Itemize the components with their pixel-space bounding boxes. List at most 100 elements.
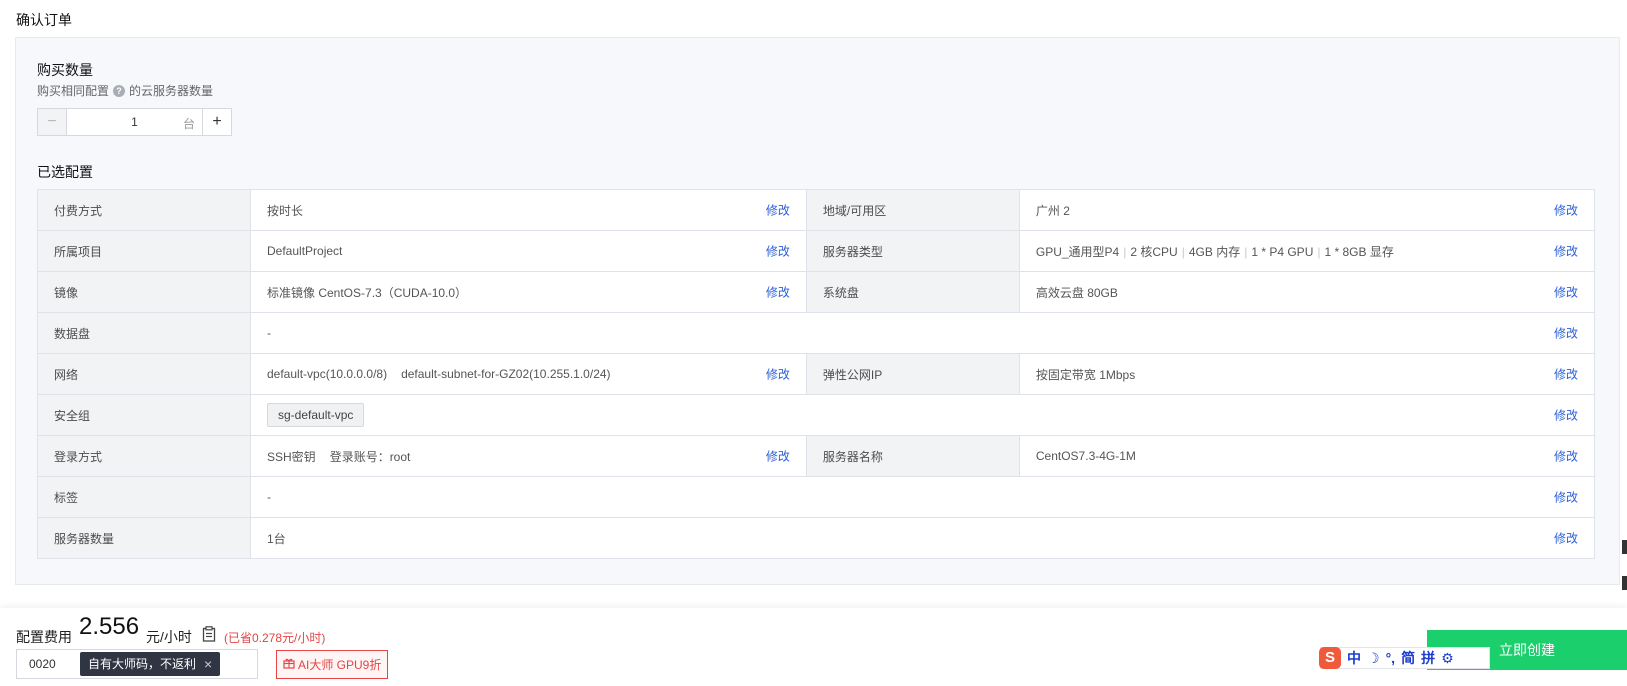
edit-data-disk-link[interactable]: 修改 xyxy=(1554,325,1578,342)
edit-system-disk-link[interactable]: 修改 xyxy=(1554,284,1578,301)
row-label: 网络 xyxy=(37,353,251,395)
row-value: 按时长 修改 xyxy=(250,189,807,231)
clipboard-icon[interactable] xyxy=(202,626,216,642)
table-row: 登录方式 SSH密钥 登录账号：root 修改 服务器名称 CentOS7.3-4… xyxy=(37,435,1596,477)
close-icon[interactable]: × xyxy=(204,652,212,676)
gear-icon[interactable]: ⚙ xyxy=(1441,650,1454,667)
row-value: DefaultProject 修改 xyxy=(250,230,807,272)
edit-login-link[interactable]: 修改 xyxy=(766,448,790,465)
punctuation-icon[interactable]: °, xyxy=(1386,650,1396,666)
sogou-logo-icon[interactable]: S xyxy=(1319,647,1341,669)
edge-scroll-marker xyxy=(1622,540,1627,554)
row-value: 按固定带宽 1Mbps 修改 xyxy=(1018,353,1596,395)
footer-bar: 配置费用 2.556 元/小时 (已省0.278元/小时) 0020 自有大师码… xyxy=(0,608,1627,686)
server-name-value: CentOS7.3-4G-1M xyxy=(1035,449,1136,463)
table-row: 网络 default-vpc(10.0.0.0/8) default-subnet… xyxy=(37,353,1596,395)
quantity-value: 1 xyxy=(131,115,138,129)
image-value: 标准镜像 CentOS-7.3（CUDA-10.0） xyxy=(267,285,468,300)
table-row: 镜像 标准镜像 CentOS-7.3（CUDA-10.0） 修改 系统盘 高效云… xyxy=(37,271,1596,313)
ime-pinyin[interactable]: 拼 xyxy=(1421,648,1435,668)
quantity-stepper: − 1 台 + xyxy=(37,108,232,136)
edit-server-name-link[interactable]: 修改 xyxy=(1554,448,1578,465)
ime-toolbar[interactable]: S 中 ☽ °, 简 拼 ⚙ xyxy=(1319,647,1490,669)
row-value: SSH密钥 登录账号：root 修改 xyxy=(250,435,807,477)
quantity-input[interactable]: 1 台 xyxy=(67,109,202,135)
row-label: 登录方式 xyxy=(37,435,251,477)
row-label: 数据盘 xyxy=(37,312,251,354)
login-method: SSH密钥 xyxy=(267,449,316,464)
row-label: 服务器名称 xyxy=(805,435,1020,477)
moon-icon[interactable]: ☽ xyxy=(1367,650,1380,667)
server-count-value: 1台 xyxy=(267,531,286,546)
quantity-desc-text-2: 的云服务器数量 xyxy=(129,84,214,98)
row-label: 地域/可用区 xyxy=(805,189,1020,231)
server-type-value: GPU_通用型P4 | 2 核CPU | 4GB 内存 | 1 * P4 GPU | 1 * 8… xyxy=(1036,245,1434,259)
server-type-part: GPU_通用型P4 xyxy=(1035,244,1120,259)
login-value: SSH密钥 登录账号：root xyxy=(267,450,450,464)
row-value: - 修改 xyxy=(250,476,1595,518)
edit-network-link[interactable]: 修改 xyxy=(766,366,790,383)
promo-badge[interactable]: AI大师 GPU9折 xyxy=(276,650,389,679)
project-value: DefaultProject xyxy=(267,244,343,258)
row-label: 付费方式 xyxy=(37,189,251,231)
table-row: 标签 - 修改 xyxy=(37,476,1595,518)
row-label: 服务器类型 xyxy=(805,230,1020,272)
quantity-description: 购买相同配置 ? 的云服务器数量 xyxy=(37,82,213,99)
ime-simplified[interactable]: 简 xyxy=(1401,648,1415,668)
separator: | xyxy=(1317,244,1321,259)
row-value: 1台 修改 xyxy=(250,517,1595,559)
server-type-part: 1 * 8GB 显存 xyxy=(1324,244,1394,259)
edit-server-count-link[interactable]: 修改 xyxy=(1554,530,1578,547)
vpc-value: default-vpc(10.0.0.0/8) xyxy=(267,367,388,381)
fee-unit: 元/小时 xyxy=(146,629,192,645)
billing-value: 按时长 xyxy=(267,203,304,218)
page-title: 确认订单 xyxy=(16,12,72,28)
row-value: - 修改 xyxy=(250,312,1595,354)
separator: | xyxy=(1181,244,1185,259)
row-value: CentOS7.3-4G-1M 修改 xyxy=(1018,435,1596,477)
data-disk-value: - xyxy=(267,326,271,340)
ime-chinese-mode[interactable]: 中 xyxy=(1347,648,1361,668)
eip-value: 按固定带宽 1Mbps xyxy=(1035,367,1136,382)
help-icon[interactable]: ? xyxy=(113,84,126,97)
table-row: 所属项目 DefaultProject 修改 服务器类型 GPU_通用型P4 | 2… xyxy=(37,230,1596,272)
fee-label: 配置费用 xyxy=(16,629,72,645)
quantity-desc-text: 购买相同配置 xyxy=(37,84,110,98)
row-value: 广州 2 修改 xyxy=(1018,189,1596,231)
row-value: sg-default-vpc 修改 xyxy=(250,394,1595,436)
edit-tags-link[interactable]: 修改 xyxy=(1554,489,1578,506)
config-table: 付费方式 按时长 修改 地域/可用区 广州 2 修改 所属项目 DefaultP… xyxy=(37,189,1596,559)
row-label: 标签 xyxy=(37,476,251,518)
table-row: 数据盘 - 修改 xyxy=(37,312,1595,354)
edit-billing-link[interactable]: 修改 xyxy=(766,202,790,219)
row-label: 镜像 xyxy=(37,271,251,313)
edge-scroll-marker xyxy=(1622,576,1627,590)
table-row: 付费方式 按时长 修改 地域/可用区 广州 2 修改 xyxy=(37,189,1596,231)
edit-server-type-link[interactable]: 修改 xyxy=(1554,243,1578,260)
quantity-title: 购买数量 xyxy=(37,62,93,78)
table-row: 服务器数量 1台 修改 xyxy=(37,517,1595,559)
network-value: default-vpc(10.0.0.0/8) default-subnet-fo… xyxy=(267,367,651,381)
code-tooltip: 自有大师码，不返利 × xyxy=(80,652,221,676)
server-type-part: 1 * P4 GPU xyxy=(1251,244,1314,259)
edit-region-link[interactable]: 修改 xyxy=(1554,202,1578,219)
security-group-chip: sg-default-vpc xyxy=(267,403,365,427)
increment-button[interactable]: + xyxy=(202,109,231,135)
promo-text: AI大师 GPU9折 xyxy=(298,658,382,672)
edit-eip-link[interactable]: 修改 xyxy=(1554,366,1578,383)
row-label: 所属项目 xyxy=(37,230,251,272)
edit-image-link[interactable]: 修改 xyxy=(766,284,790,301)
decrement-button[interactable]: − xyxy=(38,109,67,135)
row-value: 高效云盘 80GB 修改 xyxy=(1018,271,1596,313)
server-type-part: 2 核CPU xyxy=(1130,244,1178,259)
quantity-unit: 台 xyxy=(182,117,195,131)
config-title: 已选配置 xyxy=(37,164,93,180)
row-label: 弹性公网IP xyxy=(805,353,1020,395)
server-type-part: 4GB 内存 xyxy=(1188,244,1241,259)
login-account: 登录账号：root xyxy=(329,449,411,464)
row-value: 标准镜像 CentOS-7.3（CUDA-10.0） 修改 xyxy=(250,271,807,313)
gift-icon xyxy=(283,657,295,672)
edit-project-link[interactable]: 修改 xyxy=(766,243,790,260)
subnet-value: default-subnet-for-GZ02(10.255.1.0/24) xyxy=(401,367,611,381)
edit-security-group-link[interactable]: 修改 xyxy=(1554,407,1578,424)
